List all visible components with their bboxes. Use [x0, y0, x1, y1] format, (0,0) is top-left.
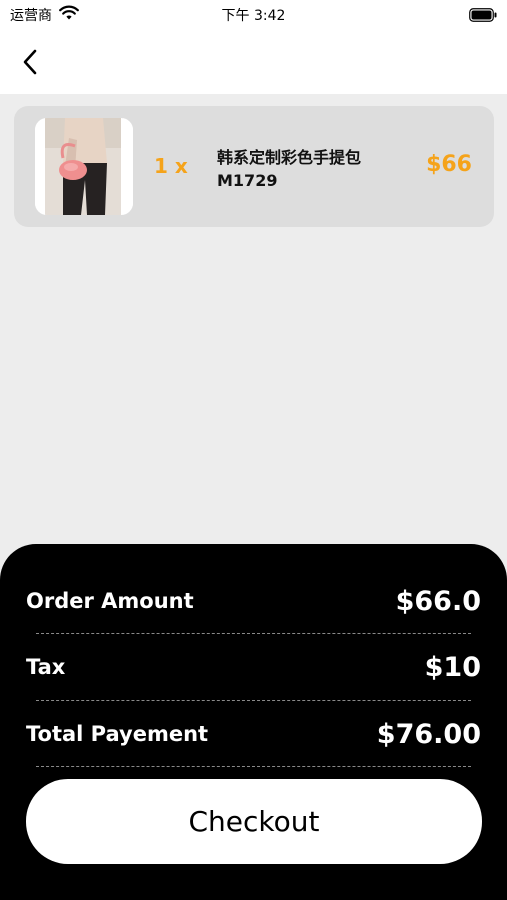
- cart-item-card[interactable]: 1 x 韩系定制彩色手提包 M1729 $66: [14, 106, 494, 227]
- product-code: M1729: [217, 171, 278, 190]
- clock-time: 下午 3:42: [221, 8, 286, 24]
- divider: [36, 700, 471, 701]
- order-amount-row: Order Amount $66.0: [26, 581, 481, 621]
- order-summary-panel: Order Amount $66.0 Tax $10 Total Payemen…: [0, 544, 507, 900]
- total-payment-label: Total Payement: [26, 722, 209, 746]
- checkout-screen: 运营商 下午 3:42 1 x 韩系定制彩色手提包 M1729 $66 Orde…: [0, 0, 507, 900]
- product-name: 韩系定制彩色手提包: [217, 148, 362, 167]
- battery-icon: [469, 7, 497, 22]
- divider: [36, 633, 471, 634]
- navigation-bar: [0, 30, 507, 94]
- item-quantity: 1 x: [154, 154, 188, 178]
- chevron-left-icon: [23, 49, 37, 75]
- total-payment-row: Total Payement $76.00: [26, 714, 481, 754]
- back-button[interactable]: [12, 44, 48, 80]
- order-amount-value: $66.0: [395, 585, 481, 617]
- order-amount-label: Order Amount: [26, 589, 194, 613]
- checkout-button[interactable]: Checkout: [26, 779, 482, 864]
- tax-value: $10: [424, 651, 481, 683]
- status-bar: 运营商 下午 3:42: [0, 0, 507, 30]
- tax-label: Tax: [26, 655, 66, 679]
- item-price: $66: [426, 152, 472, 177]
- tax-row: Tax $10: [26, 647, 481, 687]
- divider: [36, 766, 471, 767]
- product-image: [35, 118, 133, 215]
- total-payment-value: $76.00: [376, 718, 481, 750]
